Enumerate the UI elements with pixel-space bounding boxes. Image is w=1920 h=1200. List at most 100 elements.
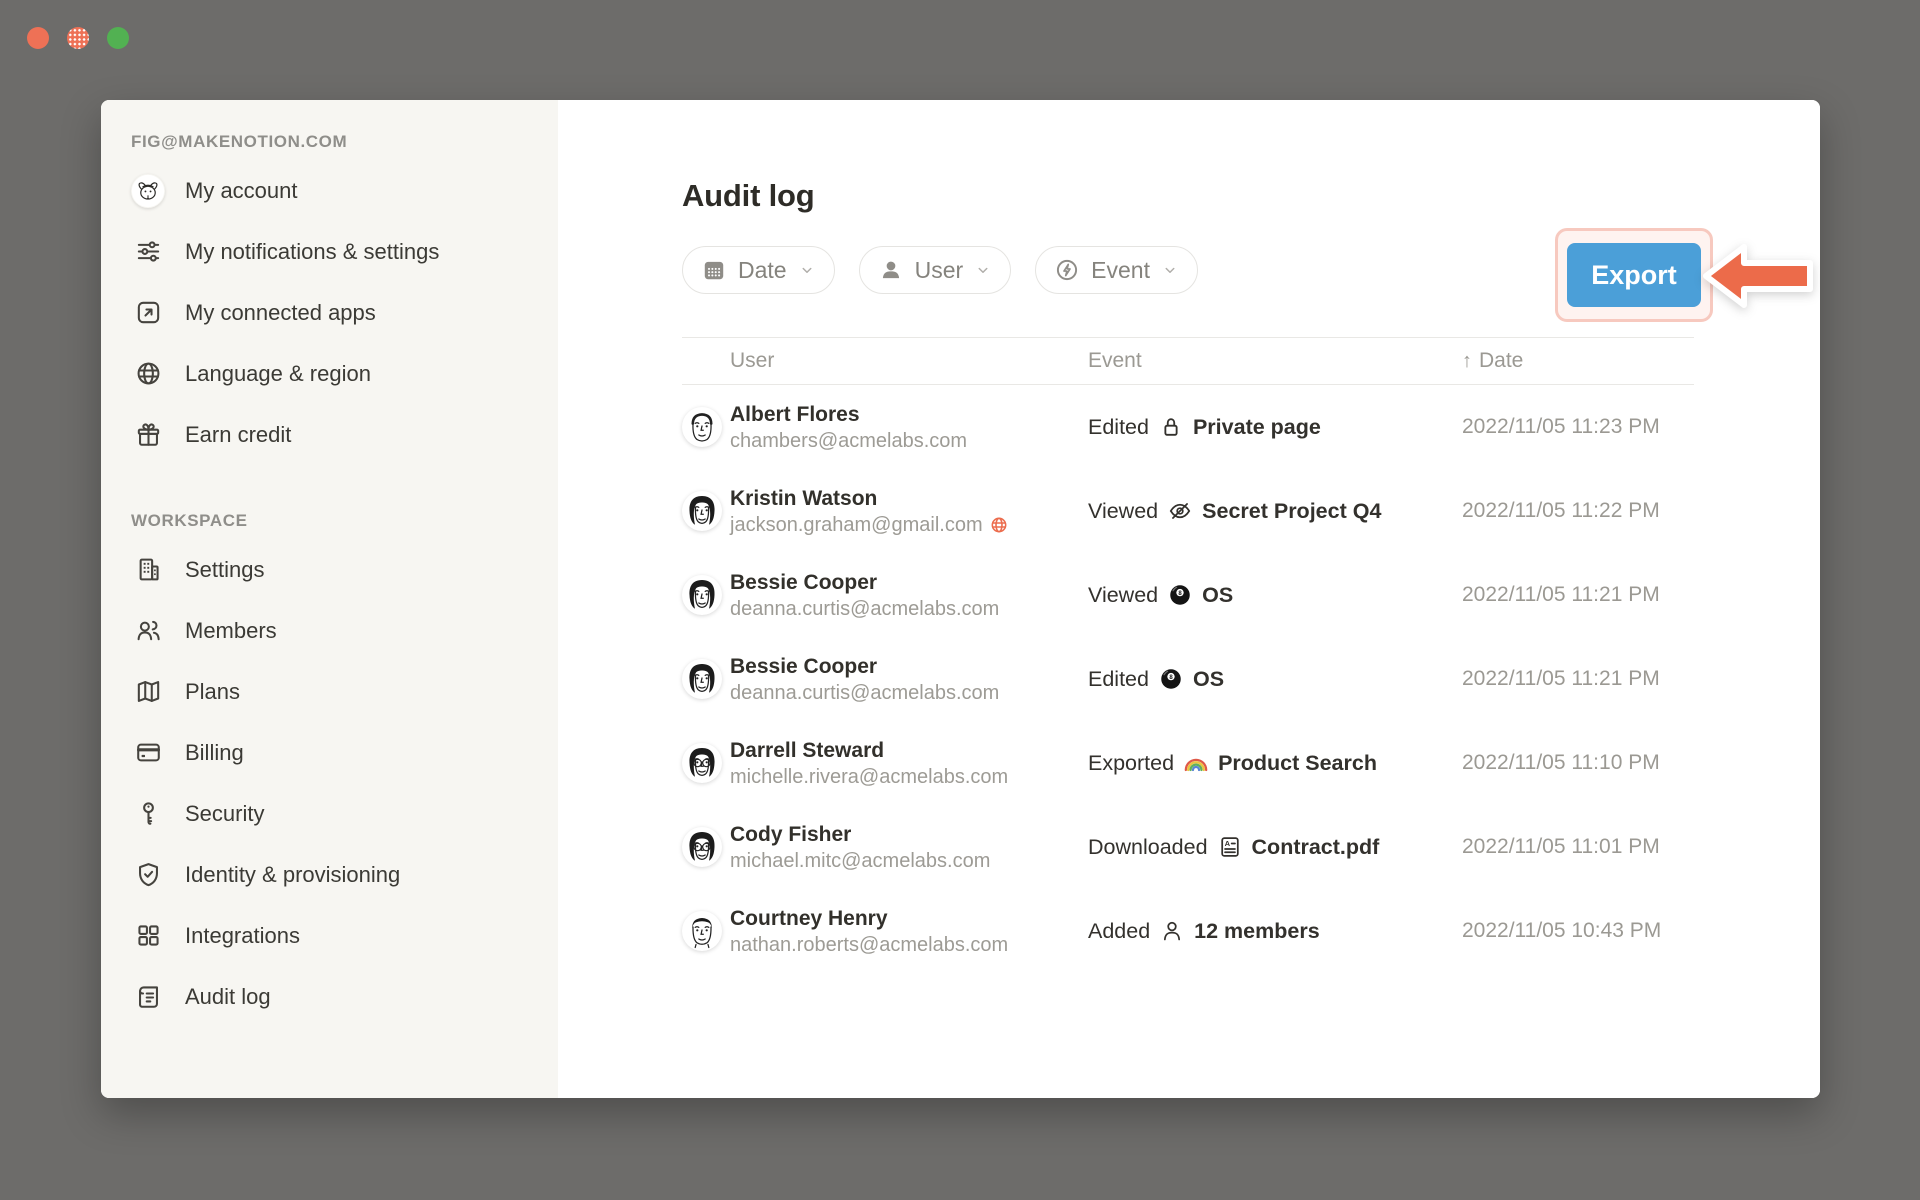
building-icon <box>131 553 165 587</box>
sidebar-account-section: My account My notifications & settings M… <box>131 160 558 465</box>
sidebar-item-label: Audit log <box>185 984 271 1010</box>
sidebar-item[interactable]: My account <box>131 160 558 221</box>
user-email: jackson.graham@gmail.com <box>730 513 983 537</box>
sidebar-item-label: My notifications & settings <box>185 239 439 265</box>
event-cell: Viewed Secret Project Q4 <box>1088 498 1462 524</box>
event-action: Edited <box>1088 667 1149 692</box>
table-row: Bessie Cooper deanna.curtis@acmelabs.com… <box>682 637 1694 721</box>
event-date: 2022/11/05 11:22 PM <box>1462 499 1694 523</box>
event-cell: Downloaded A Contract.pdf <box>1088 834 1462 860</box>
filter-pill[interactable]: User <box>859 246 1012 294</box>
sidebar-item-label: Security <box>185 801 264 827</box>
sidebar-item-label: Members <box>185 618 277 644</box>
event-cell: Edited Private page <box>1088 414 1462 440</box>
sidebar-item-label: Billing <box>185 740 244 766</box>
table-row: Albert Flores chambers@acmelabs.com Edit… <box>682 385 1694 469</box>
user-cell: Darrell Steward michelle.rivera@acmelabs… <box>682 738 1088 789</box>
sort-ascending-icon: ↑ <box>1462 351 1472 371</box>
sidebar-item-label: My account <box>185 178 298 204</box>
filter-label: Event <box>1091 257 1150 284</box>
user-cell: Bessie Cooper deanna.curtis@acmelabs.com <box>682 654 1088 705</box>
avatar <box>682 659 722 699</box>
sidebar-item[interactable]: Language & region <box>131 343 558 404</box>
sidebar-item[interactable]: My notifications & settings <box>131 221 558 282</box>
event-cell: Exported Product Search <box>1088 750 1462 776</box>
sidebar-workspace-section: Settings Members Plans Billing <box>131 539 558 1027</box>
sidebar-item[interactable]: Settings <box>131 539 558 600</box>
user-email: deanna.curtis@acmelabs.com <box>730 681 999 705</box>
rainbow-icon <box>1183 750 1209 776</box>
person-filled-icon <box>878 257 904 283</box>
user-cell: Bessie Cooper deanna.curtis@acmelabs.com <box>682 570 1088 621</box>
sidebar-item-label: My connected apps <box>185 300 376 326</box>
sidebar-item[interactable]: Billing <box>131 722 558 783</box>
external-globe-icon <box>989 515 1009 535</box>
sidebar-item-label: Settings <box>185 557 265 583</box>
sidebar-item[interactable]: Earn credit <box>131 404 558 465</box>
user-email: chambers@acmelabs.com <box>730 429 967 453</box>
filter-pill[interactable]: Date <box>682 246 835 294</box>
svg-text:A: A <box>1224 839 1230 848</box>
audit-icon <box>131 980 165 1014</box>
user-email: deanna.curtis@acmelabs.com <box>730 597 999 621</box>
event-action: Exported <box>1088 751 1174 776</box>
globe-icon <box>131 357 165 391</box>
event-date: 2022/11/05 11:01 PM <box>1462 835 1694 859</box>
event-date: 2022/11/05 11:21 PM <box>1462 583 1694 607</box>
column-header-date[interactable]: ↑ Date <box>1462 349 1694 373</box>
sidebar-item[interactable]: Plans <box>131 661 558 722</box>
export-button[interactable]: Export <box>1567 243 1701 307</box>
sidebar-item[interactable]: Integrations <box>131 905 558 966</box>
event-cell: Edited 8 OS <box>1088 666 1462 692</box>
key-icon <box>131 797 165 831</box>
sidebar-item-label: Identity & provisioning <box>185 862 400 888</box>
user-cell: Kristin Watson jackson.graham@gmail.com <box>682 486 1088 537</box>
shield-check-icon <box>131 858 165 892</box>
avatar <box>682 407 722 447</box>
column-header-event: Event <box>1088 349 1462 373</box>
event-object: Contract.pdf <box>1252 835 1380 860</box>
sidebar-item[interactable]: Members <box>131 600 558 661</box>
sidebar-item[interactable]: Audit log <box>131 966 558 1027</box>
filter-pill[interactable]: Event <box>1035 246 1198 294</box>
user-name: Albert Flores <box>730 402 967 427</box>
calendar-filled-icon <box>701 257 727 283</box>
sidebar-item[interactable]: Security <box>131 783 558 844</box>
table-row: Darrell Steward michelle.rivera@acmelabs… <box>682 721 1694 805</box>
avatar <box>682 911 722 951</box>
user-email: nathan.roberts@acmelabs.com <box>730 933 1008 957</box>
audit-log-panel: Audit log Date User Event <box>558 100 1820 1098</box>
event-object: Secret Project Q4 <box>1202 499 1381 524</box>
contract-doc-icon: A <box>1217 834 1243 860</box>
sidebar-item-label: Plans <box>185 679 240 705</box>
grid-icon <box>131 919 165 953</box>
event-object: 12 members <box>1194 919 1320 944</box>
minimize-window-button[interactable] <box>67 27 89 49</box>
filter-label: User <box>915 257 964 284</box>
card-icon <box>131 736 165 770</box>
account-email-label: FIG@MAKENOTION.COM <box>131 132 558 152</box>
chevron-down-icon <box>1161 261 1179 279</box>
event-date: 2022/11/05 11:10 PM <box>1462 751 1694 775</box>
settings-window: FIG@MAKENOTION.COM My account My notific… <box>101 100 1820 1098</box>
zoom-window-button[interactable] <box>107 27 129 49</box>
event-bolt-icon <box>1054 257 1080 283</box>
page-title: Audit log <box>682 178 1820 214</box>
avatar <box>682 827 722 867</box>
lock-icon <box>1158 414 1184 440</box>
event-date: 2022/11/05 10:43 PM <box>1462 919 1694 943</box>
user-cell: Albert Flores chambers@acmelabs.com <box>682 402 1088 453</box>
eight-ball-icon: 8 <box>1167 582 1193 608</box>
sidebar-item[interactable]: Identity & provisioning <box>131 844 558 905</box>
audit-rows: Albert Flores chambers@acmelabs.com Edit… <box>682 385 1694 973</box>
close-window-button[interactable] <box>27 27 49 49</box>
audit-log-table: User Event ↑ Date Albert Flores chambers… <box>682 337 1694 973</box>
workspace-section-label: WORKSPACE <box>131 511 558 531</box>
column-header-user: User <box>682 349 1088 373</box>
gift-icon <box>131 418 165 452</box>
sidebar-item[interactable]: My connected apps <box>131 282 558 343</box>
member-icon <box>1159 918 1185 944</box>
avatar <box>682 491 722 531</box>
user-name: Bessie Cooper <box>730 570 999 595</box>
event-action: Viewed <box>1088 499 1158 524</box>
